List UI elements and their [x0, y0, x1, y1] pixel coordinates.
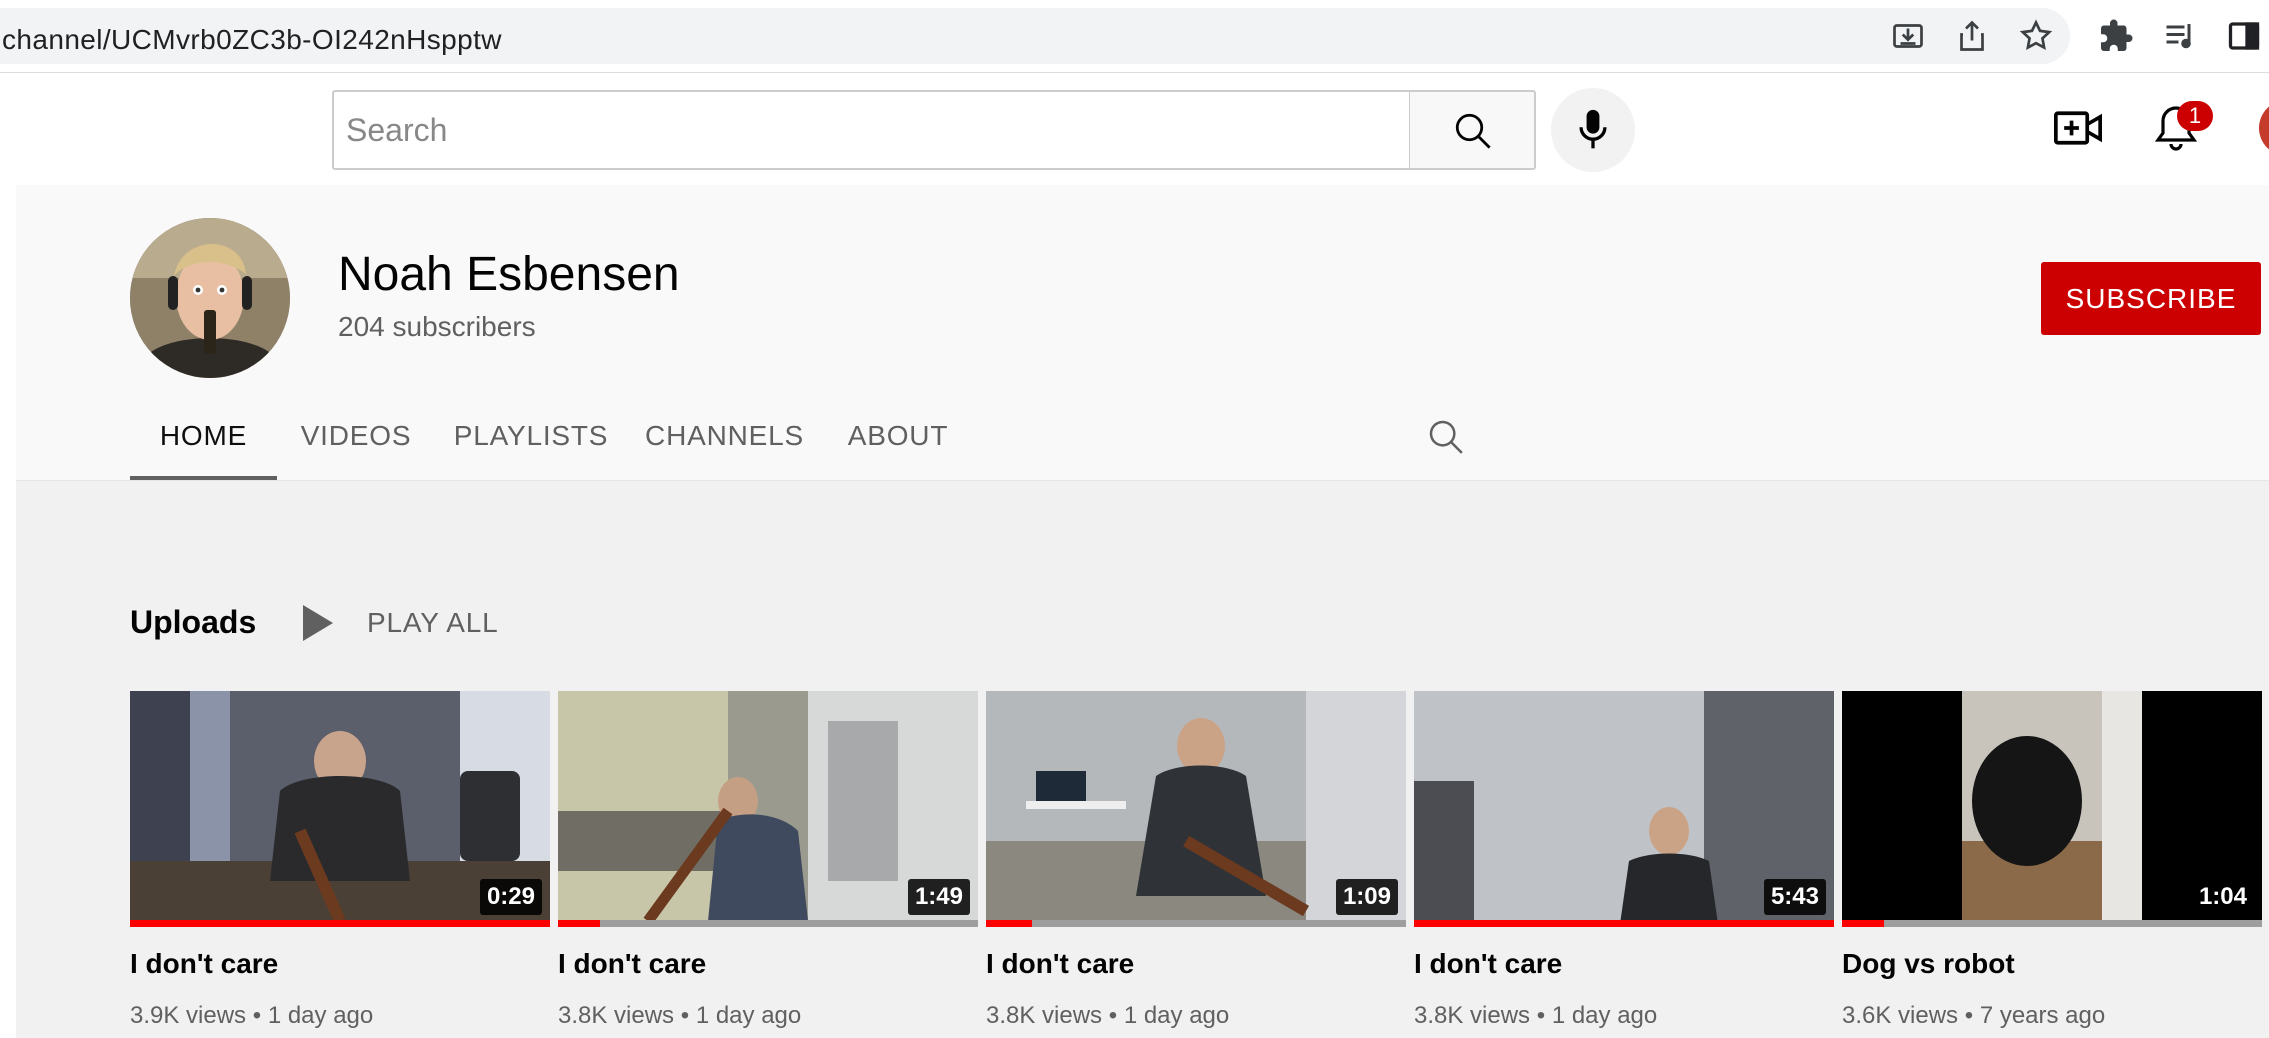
video-views: 3.6K views — [1842, 1002, 1959, 1029]
tab-about[interactable]: ABOUT — [838, 405, 958, 481]
video-title[interactable]: I don't care — [986, 948, 1406, 980]
video-views: 3.8K views — [1414, 1002, 1531, 1029]
play-icon — [303, 605, 333, 641]
watch-progress-fill — [130, 920, 550, 927]
video-camera-add-icon — [2054, 111, 2102, 145]
install-app-icon[interactable] — [1890, 18, 1926, 54]
microphone-icon — [1579, 109, 1607, 149]
voice-search-button[interactable] — [1551, 88, 1635, 172]
video-title[interactable]: I don't care — [1414, 948, 1834, 980]
subscriber-count: 204 subscribers — [338, 311, 536, 342]
search-icon — [1455, 113, 1491, 149]
video-card[interactable]: 1:04 Dog vs robot 3.6K views • 7 years a… — [1842, 691, 2262, 1030]
search-icon — [1429, 420, 1463, 454]
browser-toolbar: channel/UCMvrb0ZC3b-OI242nHspptw — [0, 0, 2269, 72]
share-icon[interactable] — [1954, 18, 1990, 54]
watch-progress-bar — [986, 920, 1406, 927]
notification-count-badge: 1 — [2177, 101, 2213, 131]
video-title[interactable]: I don't care — [130, 948, 550, 980]
video-thumbnail[interactable]: 0:29 — [130, 691, 550, 927]
watch-progress-fill — [1414, 920, 1834, 927]
create-video-button[interactable] — [2054, 106, 2102, 150]
video-duration: 1:09 — [1335, 879, 1398, 915]
video-age: 1 day ago — [267, 1002, 374, 1029]
watch-progress-bar — [558, 920, 978, 927]
search-box[interactable] — [332, 90, 1411, 170]
video-card[interactable]: 1:09 I don't care 3.8K views • 1 day ago — [986, 691, 1406, 1030]
user-avatar[interactable] — [2259, 100, 2269, 156]
video-views: 3.8K views — [986, 1002, 1103, 1029]
video-title[interactable]: Dog vs robot — [1842, 948, 2262, 980]
video-meta: 3.6K views • 7 years ago — [1842, 1002, 2106, 1029]
video-card[interactable]: 0:29 I don't care 3.9K views • 1 day ago — [130, 691, 550, 1030]
video-age: 1 day ago — [1123, 1002, 1230, 1029]
channel-header: Noah Esbensen 204 subscribers SUBSCRIBE … — [16, 185, 2269, 481]
video-meta: 3.8K views • 1 day ago — [558, 1002, 802, 1029]
watch-progress-fill — [558, 920, 600, 927]
video-duration: 1:04 — [2191, 879, 2254, 915]
masthead: 1 — [0, 73, 2269, 185]
channel-search-button[interactable] — [1426, 417, 1466, 457]
tab-videos[interactable]: VIDEOS — [296, 405, 416, 481]
subscribe-button[interactable]: SUBSCRIBE — [2041, 262, 2261, 335]
tab-playlists[interactable]: PLAYLISTS — [451, 405, 611, 481]
video-views: 3.9K views — [130, 1002, 247, 1029]
video-duration: 5:43 — [1763, 879, 1826, 915]
channel-name: Noah Esbensen — [338, 248, 680, 301]
shelf-title: Uploads — [130, 604, 257, 640]
video-duration: 0:29 — [479, 879, 542, 915]
video-thumbnail[interactable]: 1:04 — [1842, 691, 2262, 927]
video-meta: 3.8K views • 1 day ago — [986, 1002, 1230, 1029]
video-meta: 3.8K views • 1 day ago — [1414, 1002, 1658, 1029]
watch-progress-fill — [1842, 920, 1884, 927]
video-thumbnail[interactable]: 1:49 — [558, 691, 978, 927]
video-title[interactable]: I don't care — [558, 948, 978, 980]
video-duration: 1:49 — [907, 879, 970, 915]
channel-content: Uploads PLAY ALL 0:29 I don't care 3.9K … — [16, 481, 2269, 1038]
watch-progress-fill — [986, 920, 1033, 927]
search-button[interactable] — [1409, 90, 1536, 170]
watch-progress-bar — [1414, 920, 1834, 927]
video-card[interactable]: 5:43 I don't care 3.8K views • 1 day ago — [1414, 691, 1834, 1030]
play-all-button[interactable]: PLAY ALL — [303, 601, 498, 645]
video-age: 1 day ago — [1551, 1002, 1658, 1029]
bookmark-star-icon[interactable] — [2018, 18, 2054, 54]
side-panel-icon[interactable] — [2226, 18, 2262, 54]
video-meta: 3.9K views • 1 day ago — [130, 1002, 374, 1029]
video-card[interactable]: 1:49 I don't care 3.8K views • 1 day ago — [558, 691, 978, 1030]
tab-home[interactable]: HOME — [130, 405, 277, 481]
video-age: 1 day ago — [695, 1002, 802, 1029]
tab-channels[interactable]: CHANNELS — [642, 405, 807, 481]
search-input[interactable] — [334, 92, 1409, 168]
address-bar[interactable]: channel/UCMvrb0ZC3b-OI242nHspptw — [0, 8, 2070, 64]
video-age: 7 years ago — [1979, 1002, 2106, 1029]
reading-list-icon[interactable] — [2162, 18, 2198, 54]
extensions-icon[interactable] — [2098, 18, 2134, 54]
channel-avatar[interactable] — [130, 218, 290, 378]
video-thumbnail[interactable]: 1:09 — [986, 691, 1406, 927]
play-all-label: PLAY ALL — [367, 607, 499, 638]
video-thumbnail[interactable]: 5:43 — [1414, 691, 1834, 927]
watch-progress-bar — [1842, 920, 2262, 927]
video-views: 3.8K views — [558, 1002, 675, 1029]
url-text: channel/UCMvrb0ZC3b-OI242nHspptw — [2, 24, 502, 55]
watch-progress-bar — [130, 920, 550, 927]
